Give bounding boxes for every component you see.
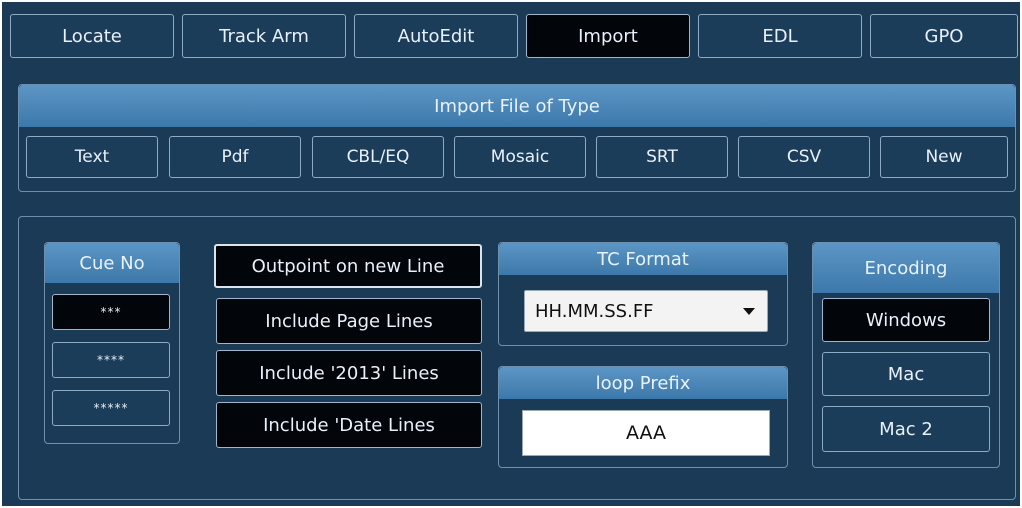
- tc-format-header: TC Format: [499, 243, 787, 275]
- tc-format-value: HH.MM.SS.FF: [535, 300, 654, 322]
- import-csv-button[interactable]: CSV: [738, 136, 870, 178]
- app-window: Locate Track Arm AutoEdit Import EDL GPO…: [2, 2, 1020, 506]
- tab-gpo[interactable]: GPO: [870, 14, 1018, 58]
- tab-import[interactable]: Import: [526, 14, 690, 58]
- import-srt-button[interactable]: SRT: [596, 136, 728, 178]
- include-2013-lines-toggle[interactable]: Include '2013' Lines: [216, 350, 482, 396]
- import-mosaic-button[interactable]: Mosaic: [454, 136, 586, 178]
- encoding-windows-option[interactable]: Windows: [822, 298, 990, 342]
- include-date-lines-toggle[interactable]: Include 'Date Lines: [216, 402, 482, 448]
- import-cbl-eq-button[interactable]: CBL/EQ: [312, 136, 444, 178]
- import-pdf-button[interactable]: Pdf: [169, 136, 301, 178]
- tab-autoedit[interactable]: AutoEdit: [354, 14, 518, 58]
- encoding-header: Encoding: [813, 243, 999, 293]
- cue-no-header: Cue No: [45, 243, 179, 283]
- cue-no-option-5[interactable]: *****: [52, 390, 170, 426]
- encoding-mac2-option[interactable]: Mac 2: [822, 406, 990, 452]
- loop-prefix-header: loop Prefix: [499, 367, 787, 399]
- import-new-button[interactable]: New: [880, 136, 1008, 178]
- tab-track-arm[interactable]: Track Arm: [182, 14, 346, 58]
- include-page-lines-toggle[interactable]: Include Page Lines: [216, 298, 482, 344]
- outpoint-new-line-toggle[interactable]: Outpoint on new Line: [214, 244, 482, 288]
- encoding-mac-option[interactable]: Mac: [822, 352, 990, 396]
- tab-locate[interactable]: Locate: [10, 14, 174, 58]
- cue-no-option-3[interactable]: ***: [52, 294, 170, 330]
- import-text-button[interactable]: Text: [26, 136, 158, 178]
- loop-prefix-input[interactable]: AAA: [522, 410, 770, 456]
- cue-no-option-4[interactable]: ****: [52, 342, 170, 378]
- chevron-down-icon: [743, 308, 755, 315]
- import-type-header: Import File of Type: [19, 85, 1015, 127]
- tab-edl[interactable]: EDL: [698, 14, 862, 58]
- tc-format-select[interactable]: HH.MM.SS.FF: [524, 290, 768, 332]
